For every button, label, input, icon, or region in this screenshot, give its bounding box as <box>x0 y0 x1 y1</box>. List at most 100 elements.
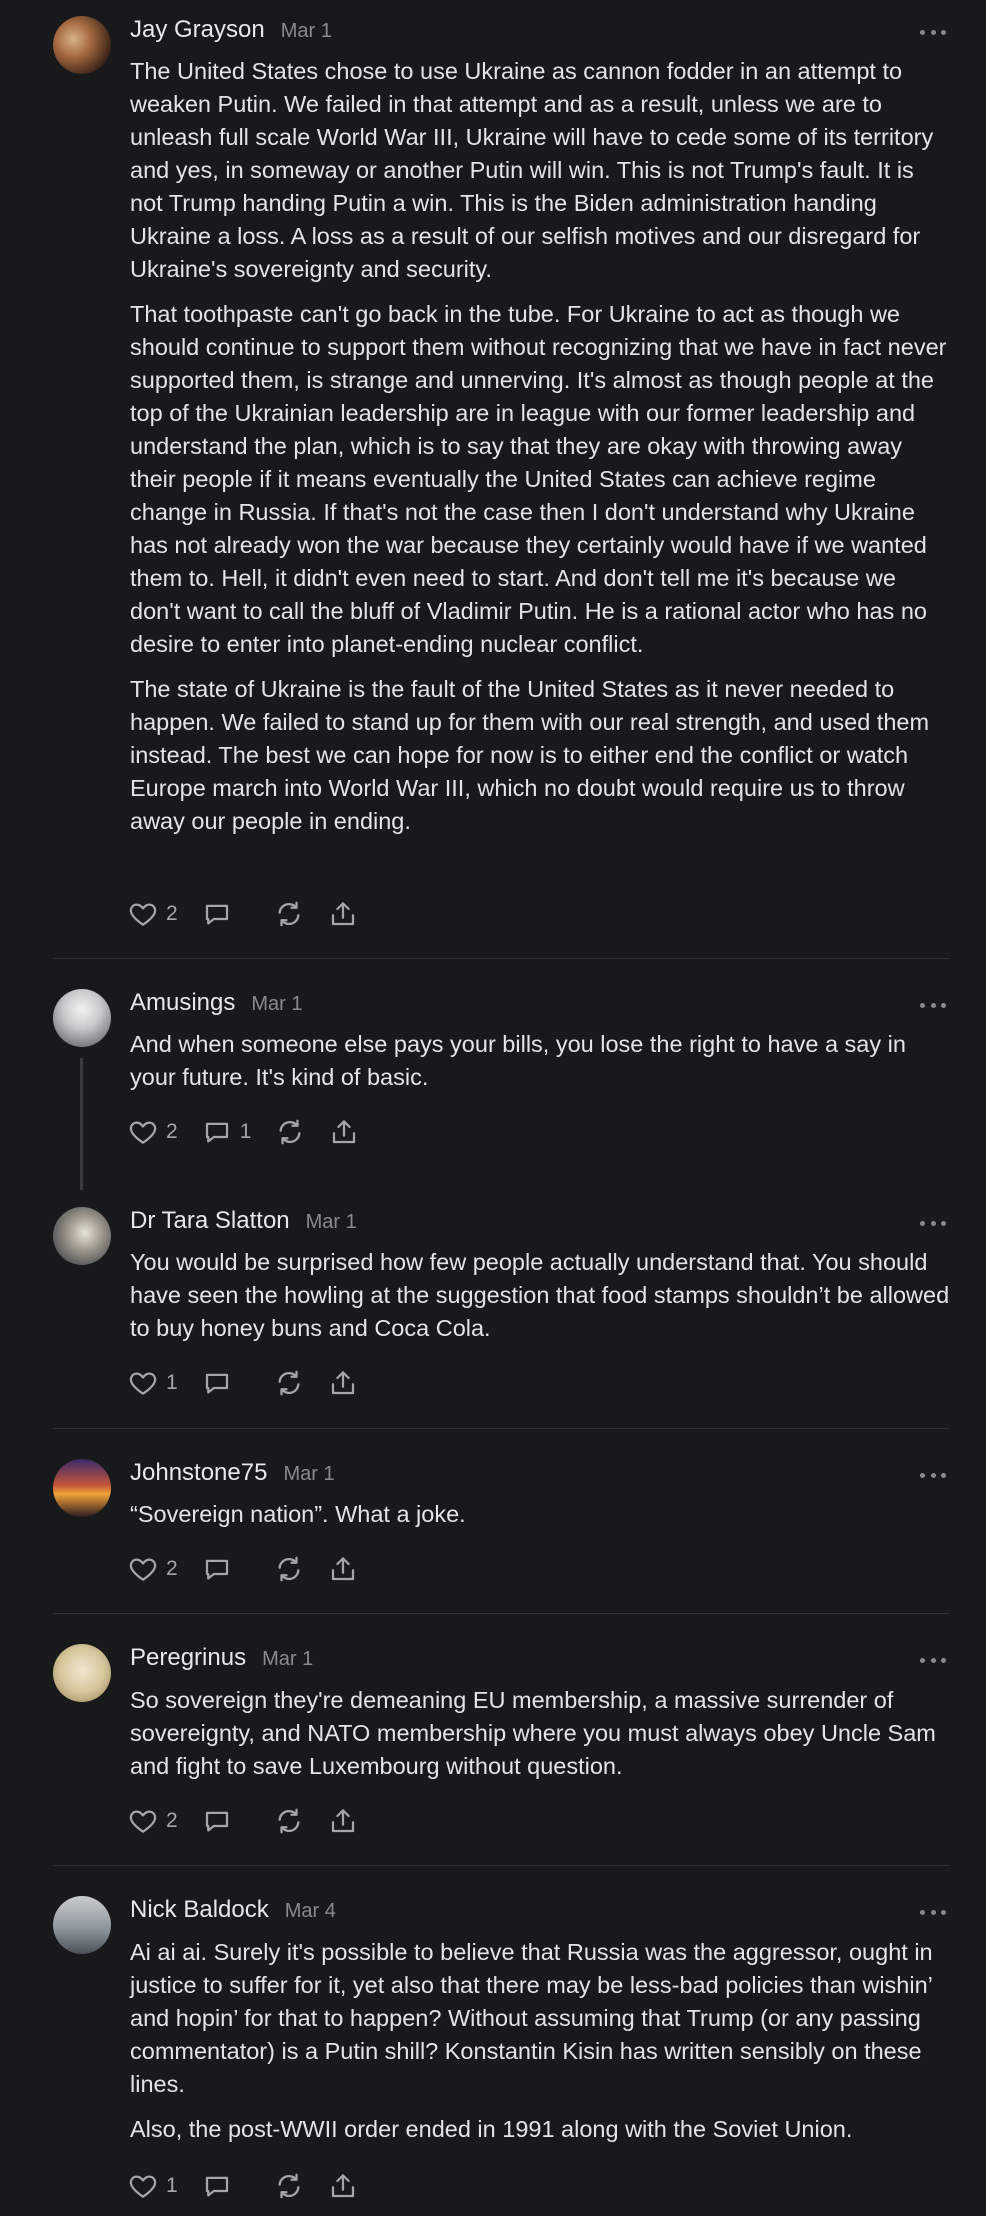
restack-arrows-icon <box>278 2173 300 2199</box>
avatar[interactable] <box>53 1644 111 1702</box>
more-dots-icon[interactable] <box>920 1907 946 1917</box>
restack-arrows-icon <box>279 1119 301 1145</box>
comment-date[interactable]: Mar 1 <box>283 1463 334 1486</box>
reply-button[interactable] <box>202 1554 250 1584</box>
more-dots-icon[interactable] <box>920 1000 946 1010</box>
like-count: 2 <box>166 1809 178 1832</box>
comment-header: Peregrinus Mar 1 <box>130 1644 313 1678</box>
comment-header: Johnstone75 Mar 1 <box>130 1459 335 1493</box>
heart-icon <box>129 1121 157 1144</box>
like-count: 1 <box>166 1371 178 1394</box>
comment-paragraph: You would be surprised how few people ac… <box>130 1249 950 1341</box>
comment-actions: 1 <box>128 2169 382 2203</box>
speech-bubble-icon <box>205 2176 228 2197</box>
reply-button[interactable] <box>202 1368 250 1398</box>
comment-header: Amusings Mar 1 <box>130 989 303 1023</box>
restack-button[interactable] <box>274 1368 304 1398</box>
comment-paragraph: That toothpaste can't go back in the tub… <box>130 301 947 657</box>
restack-button[interactable] <box>274 899 304 929</box>
more-dots-icon[interactable] <box>920 1655 946 1665</box>
like-button[interactable]: 1 <box>128 1368 178 1398</box>
reply-button[interactable] <box>202 2171 250 2201</box>
heart-icon <box>129 2175 157 2198</box>
comment-actions: 2 <box>128 1804 382 1838</box>
share-upload-icon <box>331 902 354 926</box>
comment-body: You would be surprised how few people ac… <box>130 1246 950 1357</box>
thread-line <box>80 1058 83 1190</box>
comment-body: “Sovereign nation”. What a joke. <box>130 1498 950 1543</box>
share-button[interactable] <box>328 1368 358 1398</box>
more-dots-icon[interactable] <box>920 1218 946 1228</box>
comment-paragraph: So sovereign they're demeaning EU member… <box>130 1687 936 1779</box>
reply-button[interactable]: 1 <box>202 1117 251 1147</box>
restack-arrows-icon <box>278 1556 300 1582</box>
author-name[interactable]: Johnstone75 <box>130 1459 267 1487</box>
avatar[interactable] <box>53 1896 111 1954</box>
like-button[interactable]: 2 <box>128 899 178 929</box>
restack-button[interactable] <box>274 1554 304 1584</box>
comment-date[interactable]: Mar 1 <box>262 1648 313 1671</box>
comment-actions: 1 <box>128 1366 382 1400</box>
heart-icon <box>129 1372 157 1395</box>
comment-paragraph: The state of Ukraine is the fault of the… <box>130 676 930 834</box>
share-button[interactable] <box>328 899 358 929</box>
comment-paragraph: Also, the post-WWII order ended in 1991 … <box>130 2116 853 2142</box>
restack-button[interactable] <box>274 2171 304 2201</box>
more-dots-icon[interactable] <box>920 1470 946 1480</box>
comment-actions: 2 <box>128 897 382 931</box>
restack-button[interactable] <box>274 1806 304 1836</box>
heart-icon <box>129 1810 157 1833</box>
divider <box>53 1865 949 1866</box>
share-button[interactable] <box>328 1554 358 1584</box>
share-button[interactable] <box>328 1806 358 1836</box>
comment-header: Dr Tara Slatton Mar 1 <box>130 1207 357 1241</box>
reply-button[interactable] <box>202 899 250 929</box>
comment-paragraph: Ai ai ai. Surely it's possible to believ… <box>130 1939 933 2097</box>
avatar[interactable] <box>53 989 111 1047</box>
like-count: 2 <box>166 1557 178 1580</box>
comment-body: Ai ai ai. Surely it's possible to believ… <box>130 1936 950 2158</box>
like-button[interactable]: 2 <box>128 1806 178 1836</box>
avatar[interactable] <box>53 1207 111 1265</box>
share-upload-icon <box>331 1557 354 1581</box>
author-name[interactable]: Peregrinus <box>130 1644 246 1672</box>
divider <box>53 1428 949 1429</box>
like-button[interactable]: 2 <box>128 1117 178 1147</box>
speech-bubble-icon <box>205 1811 228 1832</box>
share-upload-icon <box>331 2174 354 2198</box>
share-upload-icon <box>333 1120 356 1144</box>
share-upload-icon <box>331 1809 354 1833</box>
more-dots-icon[interactable] <box>920 27 946 37</box>
comment-paragraph: And when someone else pays your bills, y… <box>130 1031 906 1090</box>
comment-actions: 2 1 <box>128 1115 383 1149</box>
like-button[interactable]: 2 <box>128 1554 178 1584</box>
comment-date[interactable]: Mar 1 <box>251 993 302 1016</box>
comment-paragraph: The United States chose to use Ukraine a… <box>130 58 934 282</box>
like-count: 1 <box>166 2174 178 2197</box>
speech-bubble-icon <box>205 1559 228 1580</box>
share-button[interactable] <box>329 1117 359 1147</box>
restack-button[interactable] <box>275 1117 305 1147</box>
divider <box>53 958 949 959</box>
share-upload-icon <box>331 1371 354 1395</box>
avatar[interactable] <box>53 16 111 74</box>
comment-date[interactable]: Mar 1 <box>306 1211 357 1234</box>
share-button[interactable] <box>328 2171 358 2201</box>
comment-date[interactable]: Mar 4 <box>285 1900 336 1923</box>
author-name[interactable]: Jay Grayson <box>130 16 265 44</box>
author-name[interactable]: Nick Baldock <box>130 1896 269 1924</box>
heart-icon <box>129 1558 157 1581</box>
author-name[interactable]: Dr Tara Slatton <box>130 1207 290 1235</box>
comment-body: So sovereign they're demeaning EU member… <box>130 1684 950 1795</box>
restack-arrows-icon <box>278 1808 300 1834</box>
comment-date[interactable]: Mar 1 <box>281 20 332 43</box>
restack-arrows-icon <box>278 901 300 927</box>
avatar[interactable] <box>53 1459 111 1517</box>
speech-bubble-icon <box>205 904 228 925</box>
comment-paragraph: “Sovereign nation”. What a joke. <box>130 1501 466 1527</box>
like-button[interactable]: 1 <box>128 2171 178 2201</box>
heart-icon <box>129 903 157 926</box>
author-name[interactable]: Amusings <box>130 989 235 1017</box>
reply-button[interactable] <box>202 1806 250 1836</box>
comment-body: And when someone else pays your bills, y… <box>130 1028 950 1106</box>
